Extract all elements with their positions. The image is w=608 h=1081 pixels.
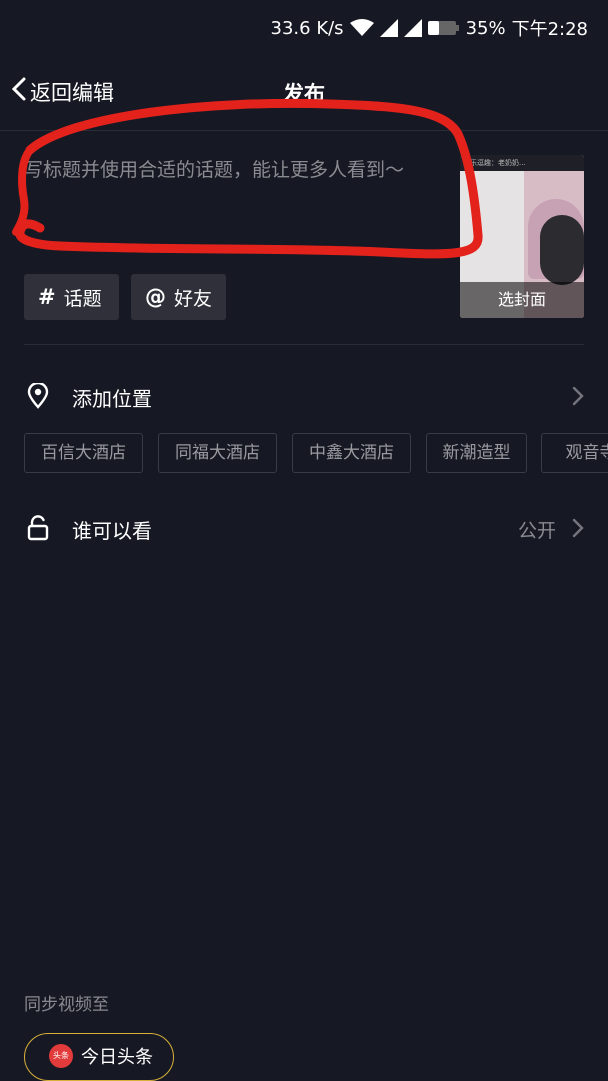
battery-level: 35% bbox=[465, 17, 506, 39]
privacy-row[interactable]: 谁可以看 公开 bbox=[0, 503, 608, 553]
wifi-icon bbox=[349, 19, 374, 37]
top-bar: 返回编辑 发布 bbox=[0, 60, 608, 124]
signal-icon bbox=[403, 19, 422, 37]
sync-target-label: 今日头条 bbox=[81, 1047, 153, 1068]
status-bar: 33.6 K/s 35% 下午2:28 bbox=[0, 0, 608, 54]
divider bbox=[0, 130, 608, 131]
sync-label: 同步视频至 bbox=[24, 995, 109, 1015]
topic-label: 话题 bbox=[63, 287, 102, 310]
location-chip[interactable]: 百信大酒店 bbox=[24, 433, 143, 473]
at-icon: @ bbox=[145, 285, 166, 309]
unlock-icon bbox=[26, 515, 50, 545]
cover-label: 选封面 bbox=[460, 282, 584, 318]
location-chip[interactable]: 同福大酒店 bbox=[158, 433, 277, 473]
location-chip[interactable]: 新潮造型 bbox=[426, 433, 527, 473]
cover-image bbox=[540, 215, 584, 285]
page-title: 发布 bbox=[283, 82, 325, 106]
status-right: 33.6 K/s 35% 下午2:28 bbox=[271, 15, 588, 41]
signal-icon bbox=[379, 19, 398, 37]
network-speed: 33.6 K/s bbox=[270, 17, 344, 39]
add-location-row[interactable]: 添加位置 bbox=[0, 371, 608, 421]
sync-toutiao-button[interactable]: 头条 今日头条 bbox=[24, 1033, 174, 1081]
topic-button[interactable]: # 话题 bbox=[24, 274, 119, 320]
mention-button[interactable]: @ 好友 bbox=[131, 274, 226, 320]
cover-picker[interactable]: 游乐逗趣：老奶奶... 选封面 bbox=[460, 155, 584, 318]
location-pin-icon bbox=[26, 381, 50, 413]
toutiao-icon: 头条 bbox=[49, 1044, 73, 1068]
battery-icon bbox=[427, 20, 460, 36]
privacy-value: 公开 bbox=[517, 520, 556, 542]
location-chip[interactable]: 观音寺 bbox=[541, 433, 608, 473]
add-location-label: 添加位置 bbox=[72, 387, 152, 411]
location-chip[interactable]: 中鑫大酒店 bbox=[292, 433, 411, 473]
cover-header: 游乐逗趣：老奶奶... bbox=[460, 155, 584, 171]
divider bbox=[24, 344, 584, 345]
hashtag-icon: # bbox=[38, 285, 56, 309]
clock: 下午2:28 bbox=[511, 19, 588, 40]
privacy-label: 谁可以看 bbox=[72, 519, 152, 543]
chevron-right-icon bbox=[572, 518, 584, 542]
chevron-right-icon bbox=[572, 386, 584, 410]
caption-input[interactable]: 写标题并使用合适的话题，能让更多人看到～ bbox=[24, 156, 449, 185]
location-suggestions: 百信大酒店 同福大酒店 中鑫大酒店 新潮造型 观音寺 bbox=[24, 433, 608, 473]
mention-label: 好友 bbox=[174, 287, 213, 310]
